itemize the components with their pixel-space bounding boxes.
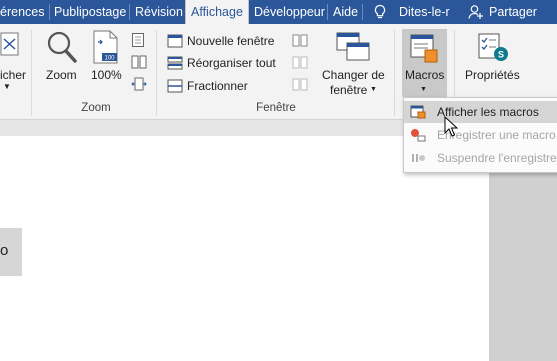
record-macro-icon <box>411 129 426 142</box>
tab-separator <box>129 4 130 20</box>
split-icon[interactable] <box>167 79 183 93</box>
lightbulb-icon[interactable] <box>373 4 387 20</box>
side-by-side-icon[interactable] <box>292 34 308 48</box>
multiple-pages-icon[interactable] <box>131 55 147 69</box>
chevron-down-icon: ▼ <box>370 86 377 93</box>
split-button[interactable]: Fractionner <box>187 76 248 96</box>
tab-help[interactable]: Aide <box>333 0 358 24</box>
switch-windows-button-line2[interactable]: fenêtre <box>330 83 367 97</box>
one-page-icon[interactable] <box>131 32 145 48</box>
macros-button-label: Macros <box>405 68 445 82</box>
group-separator <box>394 30 395 116</box>
page-100-icon[interactable]: 100 <box>93 30 119 64</box>
tab-view[interactable]: Affichage <box>185 0 249 24</box>
document-text: o <box>0 242 9 259</box>
magnifier-icon[interactable] <box>46 30 78 64</box>
sharepoint-properties-icon[interactable]: S <box>477 32 509 64</box>
view-mode-button-label[interactable]: icher <box>0 68 26 82</box>
zoom-button[interactable]: Zoom <box>46 68 77 82</box>
zoom-group-label: Zoom <box>81 102 111 114</box>
zoom-100-button[interactable]: 100% <box>91 68 122 82</box>
chevron-down-icon: ▼ <box>420 86 427 93</box>
ribbon-tab-bar: érences Publipostage Révision Affichage … <box>0 0 557 24</box>
tab-references[interactable]: érences <box>0 0 44 24</box>
switch-windows-button-line1[interactable]: Changer de <box>322 68 385 82</box>
tab-developer[interactable]: Développeur <box>254 0 325 24</box>
document-text-box[interactable]: o <box>0 228 22 276</box>
arrange-all-button[interactable]: Réorganiser tout <box>187 53 276 73</box>
chevron-down-icon: ▼ <box>3 82 11 91</box>
reset-window-position-icon[interactable] <box>292 78 308 92</box>
tell-me-search[interactable]: Dites-le-r <box>399 0 450 24</box>
tab-separator <box>327 4 328 20</box>
new-window-button[interactable]: Nouvelle fenêtre <box>187 31 274 51</box>
menu-item-record-macro[interactable]: Enregistrer une macro... <box>404 124 557 146</box>
menu-item-pause-recording[interactable]: Suspendre l'enregistrement <box>404 147 557 169</box>
svg-text:100: 100 <box>104 56 115 62</box>
tab-separator <box>49 4 50 20</box>
page-width-icon[interactable] <box>131 77 147 91</box>
arrange-all-icon[interactable] <box>167 56 183 70</box>
switch-windows-icon[interactable] <box>336 32 370 62</box>
window-group-label: Fenêtre <box>256 102 296 114</box>
properties-button[interactable]: Propriétés <box>465 68 520 82</box>
page-view-icon[interactable] <box>0 32 20 56</box>
synchronous-scrolling-icon[interactable] <box>292 56 308 70</box>
new-window-icon[interactable] <box>167 34 183 48</box>
group-separator <box>156 30 157 116</box>
share-button[interactable]: Partager <box>489 0 537 24</box>
tab-mailings[interactable]: Publipostage <box>54 0 126 24</box>
menu-item-view-macros[interactable]: Afficher les macros <box>404 101 557 123</box>
menu-item-label: Suspendre l'enregistrement <box>437 151 557 165</box>
svg-text:S: S <box>498 50 504 60</box>
tab-separator <box>362 4 363 20</box>
mouse-cursor-icon <box>444 116 458 137</box>
group-separator <box>31 30 32 116</box>
tab-review[interactable]: Révision <box>135 0 183 24</box>
macros-dropdown-menu: Afficher les macros Enregistrer une macr… <box>403 97 557 173</box>
view-macros-icon <box>410 105 426 119</box>
macros-icon <box>410 34 438 63</box>
share-person-icon[interactable] <box>468 4 484 20</box>
pause-recording-icon <box>412 154 425 162</box>
